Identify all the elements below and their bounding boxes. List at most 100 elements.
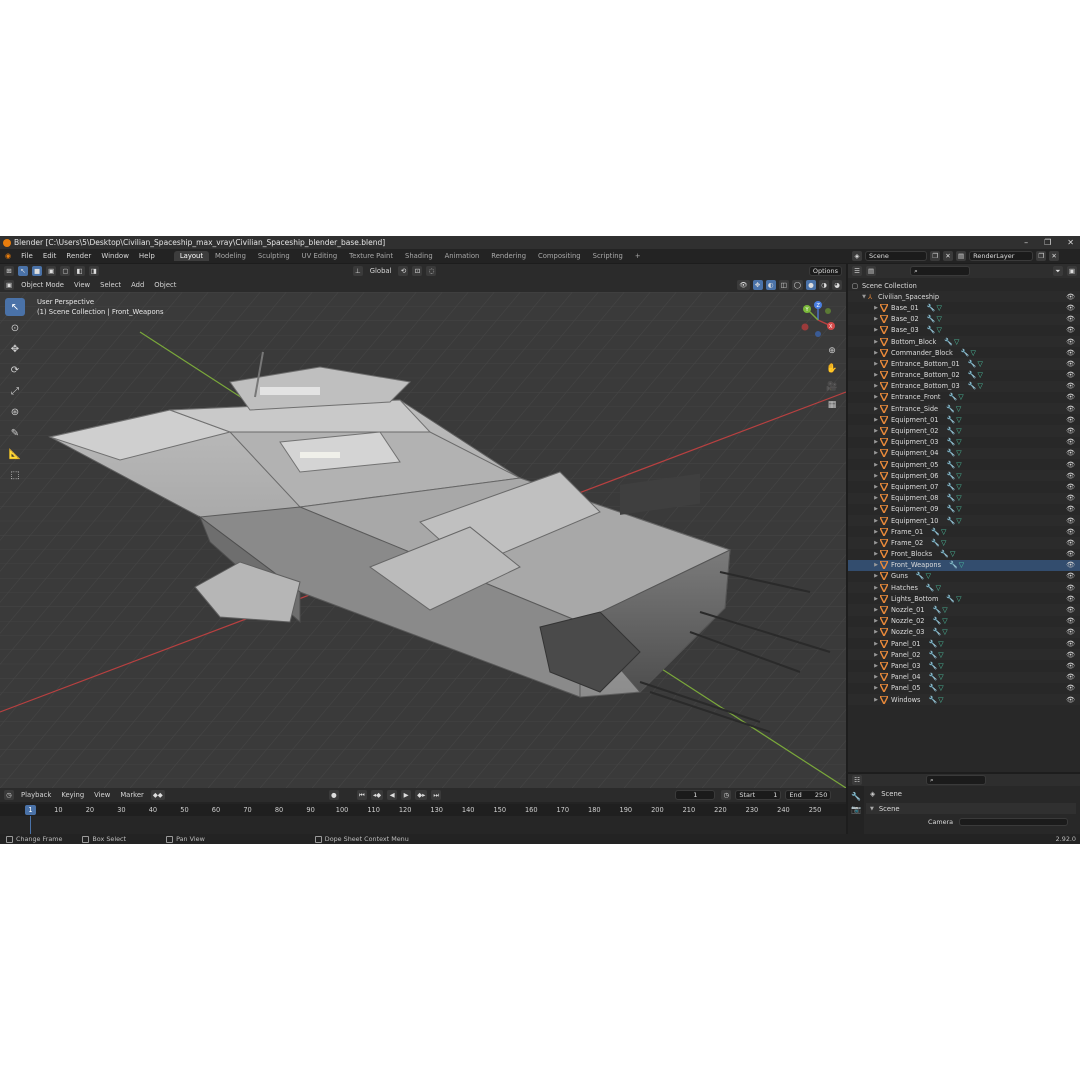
modifier-icons[interactable]: 🔧▽ xyxy=(946,517,962,525)
visibility-eye-icon[interactable]: 👁 xyxy=(1066,572,1075,580)
visibility-eye-icon[interactable]: 👁 xyxy=(1066,382,1075,390)
modifier-icons[interactable]: 🔧▽ xyxy=(928,662,944,670)
outliner-object-row[interactable]: ▶ Panel_02 🔧▽ 👁 xyxy=(848,649,1080,661)
mesh-data-icon[interactable]: ▽ xyxy=(956,405,962,413)
move-tool-icon[interactable]: ✥ xyxy=(5,340,25,358)
shading-solid-icon[interactable]: ● xyxy=(806,280,816,290)
render-layer-icon[interactable]: ▤ xyxy=(956,251,967,261)
playhead-line[interactable] xyxy=(30,816,31,834)
menu-help[interactable]: Help xyxy=(134,252,160,260)
current-frame-field[interactable]: 1 xyxy=(675,790,716,800)
transform-tool-icon[interactable]: ⊛ xyxy=(5,403,25,421)
outliner-object-row[interactable]: ▶ Entrance_Bottom_02 🔧▽ 👁 xyxy=(848,370,1080,381)
modifier-icons[interactable]: 🔧▽ xyxy=(928,684,944,692)
visibility-eye-icon[interactable]: 👁 xyxy=(1066,416,1075,424)
mesh-data-icon[interactable]: ▽ xyxy=(956,461,962,469)
expand-object-icon[interactable]: ▶ xyxy=(872,607,880,613)
visibility-icon[interactable]: 👁 xyxy=(737,280,750,290)
outliner-object-row[interactable]: ▶ Base_01 🔧▽ 👁 xyxy=(848,302,1080,313)
expand-object-icon[interactable]: ▶ xyxy=(872,495,880,501)
outliner-object-row[interactable]: ▶ Equipment_06 🔧▽ 👁 xyxy=(848,470,1080,482)
outliner-object-row[interactable]: ▶ Commander_Block 🔧▽ 👁 xyxy=(848,347,1080,358)
expand-object-icon[interactable]: ▶ xyxy=(872,540,880,546)
mesh-data-icon[interactable]: ▽ xyxy=(936,304,942,312)
expand-object-icon[interactable]: ▶ xyxy=(872,462,880,468)
modifier-icons[interactable]: 🔧▽ xyxy=(931,528,947,536)
visibility-eye-icon[interactable]: 👁 xyxy=(1066,539,1075,547)
modifier-icons[interactable]: 🔧▽ xyxy=(928,651,944,659)
visibility-eye-icon[interactable]: 👁 xyxy=(1066,405,1075,413)
outliner-object-row[interactable]: ▶ Entrance_Bottom_03 🔧▽ 👁 xyxy=(848,380,1080,392)
expand-object-icon[interactable]: ▶ xyxy=(872,316,880,322)
visibility-eye-icon[interactable]: 👁 xyxy=(1066,550,1075,558)
play-reverse-icon[interactable]: ◀ xyxy=(387,790,398,800)
modifier-icons[interactable]: 🔧▽ xyxy=(946,449,962,457)
expand-object-icon[interactable]: ▶ xyxy=(872,406,880,412)
scene-icon[interactable]: ◈ xyxy=(852,251,862,261)
visibility-eye-icon[interactable]: 👁 xyxy=(1066,472,1075,480)
modifier-icons[interactable]: 🔧▽ xyxy=(916,572,932,580)
expand-object-icon[interactable]: ▶ xyxy=(872,506,880,512)
expand-object-icon[interactable]: ▶ xyxy=(872,518,880,524)
modifier-icons[interactable]: 🔧▽ xyxy=(926,584,942,592)
outliner-search-input[interactable]: ⌕ xyxy=(910,266,971,276)
expand-object-icon[interactable]: ▶ xyxy=(872,439,880,445)
mesh-data-icon[interactable]: ▽ xyxy=(938,651,944,659)
mesh-data-icon[interactable]: ▽ xyxy=(941,539,947,547)
end-frame-field[interactable]: End 250 xyxy=(785,790,832,800)
expand-object-icon[interactable]: ▶ xyxy=(872,450,880,456)
expand-object-icon[interactable]: ▶ xyxy=(872,529,880,535)
visibility-eye-icon[interactable]: 👁 xyxy=(1066,483,1075,491)
next-key-icon[interactable]: ◆▸ xyxy=(415,790,428,800)
modifier-icons[interactable]: 🔧▽ xyxy=(946,461,962,469)
proportional-edit-icon[interactable]: ◌ xyxy=(426,266,437,276)
preview-range-icon[interactable]: ◷ xyxy=(721,790,732,800)
mesh-data-icon[interactable]: ▽ xyxy=(936,326,942,334)
modifier-icons[interactable]: 🔧▽ xyxy=(928,640,944,648)
display-mode-icon[interactable]: ▤ xyxy=(866,266,877,276)
close-button[interactable]: ✕ xyxy=(1067,238,1074,247)
mesh-data-icon[interactable]: ▽ xyxy=(956,595,962,603)
timeline-track[interactable] xyxy=(0,816,846,834)
mesh-data-icon[interactable]: ▽ xyxy=(942,628,948,636)
expand-object-icon[interactable]: ▶ xyxy=(872,674,880,680)
delete-layer-icon[interactable]: ✕ xyxy=(1049,251,1060,261)
modifier-icons[interactable]: 🔧▽ xyxy=(946,416,962,424)
tab-animation[interactable]: Animation xyxy=(439,251,486,261)
expand-object-icon[interactable]: ▶ xyxy=(872,685,880,691)
outliner-object-row[interactable]: ▶ Equipment_01 🔧▽ 👁 xyxy=(848,414,1080,425)
minimize-button[interactable]: – xyxy=(1024,238,1028,247)
modifier-icons[interactable]: 🔧▽ xyxy=(946,472,962,480)
mesh-data-icon[interactable]: ▽ xyxy=(977,371,983,379)
outliner-object-row[interactable]: ▶ Panel_04 🔧▽ 👁 xyxy=(848,671,1080,683)
outliner-object-row[interactable]: ▶ Equipment_03 🔧▽ 👁 xyxy=(848,437,1080,448)
expand-object-icon[interactable]: ▶ xyxy=(872,618,880,624)
expand-object-icon[interactable]: ▶ xyxy=(872,428,880,434)
expand-object-icon[interactable]: ▶ xyxy=(872,629,880,635)
transform-orientation-dropdown[interactable]: Global xyxy=(367,267,395,275)
select-mode-subtract-icon[interactable]: ▢ xyxy=(60,266,71,276)
menu-edit[interactable]: Edit xyxy=(38,252,62,260)
outliner-object-row[interactable]: ▶ Frame_02 🔧▽ 👁 xyxy=(848,537,1080,549)
modifier-icons[interactable]: 🔧▽ xyxy=(949,393,965,401)
snap-icon[interactable]: ⊡ xyxy=(412,266,423,276)
mesh-data-icon[interactable]: ▽ xyxy=(926,572,932,580)
modifier-icons[interactable]: 🔧▽ xyxy=(932,628,948,636)
outliner-object-row[interactable]: ▶ Nozzle_02 🔧▽ 👁 xyxy=(848,616,1080,627)
menu-window[interactable]: Window xyxy=(96,252,134,260)
visibility-eye-icon[interactable]: 👁 xyxy=(1066,449,1075,457)
visibility-eye-icon[interactable]: 👁 xyxy=(1066,438,1075,446)
object-mode-icon[interactable]: ▣ xyxy=(4,280,15,290)
visibility-eye-icon[interactable]: 👁 xyxy=(1066,315,1075,323)
mesh-data-icon[interactable]: ▽ xyxy=(936,584,942,592)
mesh-data-icon[interactable]: ▽ xyxy=(959,561,965,569)
expand-object-icon[interactable]: ▶ xyxy=(872,641,880,647)
visibility-eye-icon[interactable]: 👁 xyxy=(1066,628,1075,636)
options-dropdown[interactable]: Options xyxy=(808,266,842,276)
mesh-data-icon[interactable]: ▽ xyxy=(958,393,964,401)
expand-object-icon[interactable]: ▶ xyxy=(872,394,880,400)
expand-object-icon[interactable]: ▶ xyxy=(872,663,880,669)
mode-dropdown[interactable]: Object Mode xyxy=(18,281,67,289)
modifier-icons[interactable]: 🔧▽ xyxy=(946,494,962,502)
outliner-object-row[interactable]: ▶ Guns 🔧▽ 👁 xyxy=(848,571,1080,582)
